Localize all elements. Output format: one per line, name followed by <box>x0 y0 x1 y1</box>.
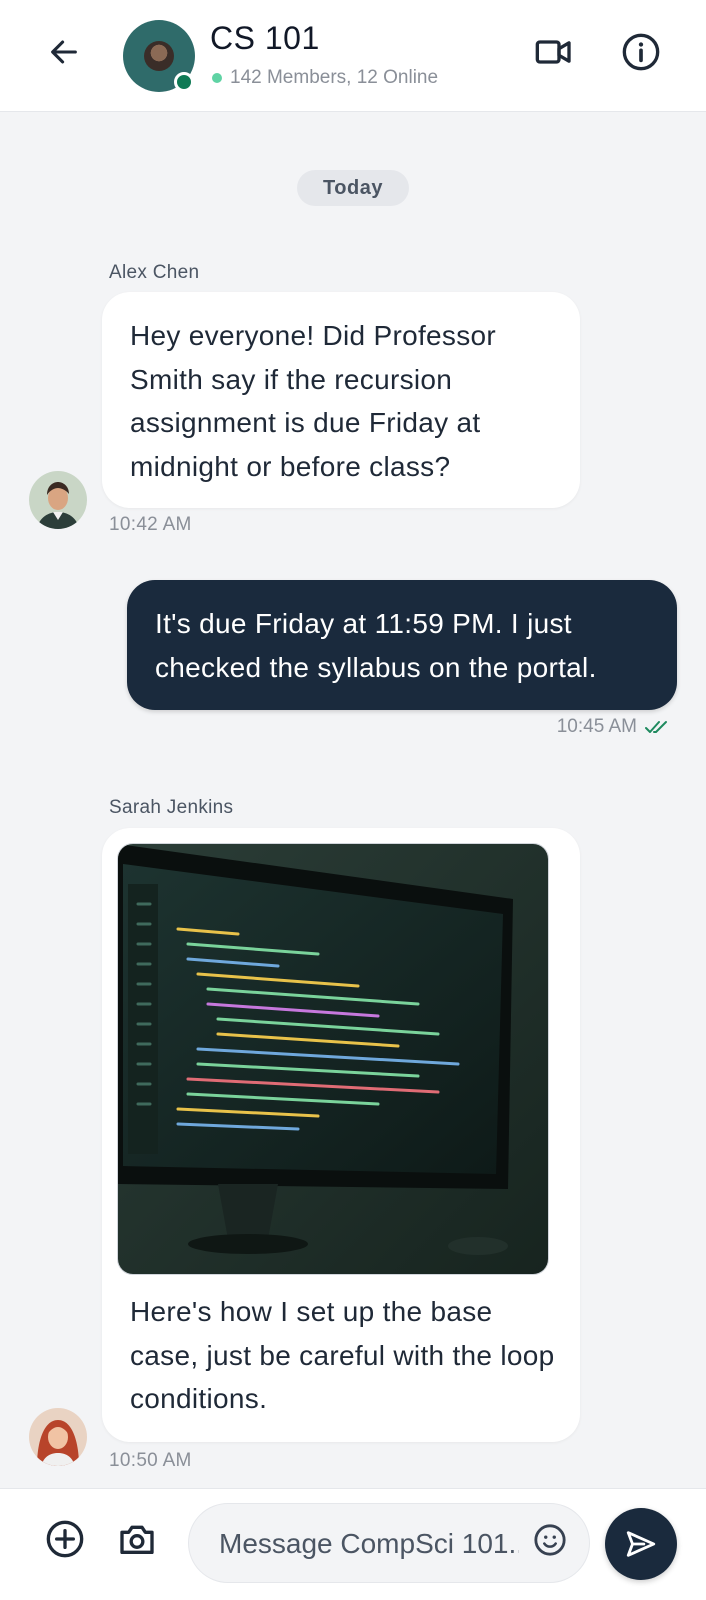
camera-button[interactable] <box>114 1516 160 1562</box>
message-timestamp: 10:45 AM <box>556 716 637 737</box>
attachment-image <box>118 844 548 1274</box>
avatar-image <box>29 1408 87 1466</box>
video-call-icon <box>535 40 571 64</box>
message-bubble-incoming[interactable]: Hey everyone! Did Professor Smith say if… <box>102 292 580 508</box>
video-call-button[interactable] <box>532 30 576 74</box>
online-indicator <box>174 72 194 92</box>
info-button[interactable] <box>617 28 665 76</box>
message-text: Here's how I set up the base case, just … <box>130 1296 555 1414</box>
emoji-button[interactable] <box>530 1520 570 1560</box>
arrow-left-icon <box>51 40 77 64</box>
send-icon <box>626 1531 656 1557</box>
message-text: Hey everyone! Did Professor Smith say if… <box>130 320 497 482</box>
message-timestamp: 10:50 AM <box>109 1450 192 1471</box>
message-bubble-outgoing[interactable]: It's due Friday at 11:59 PM. I just chec… <box>127 580 677 710</box>
message-input[interactable] <box>219 1524 519 1564</box>
avatar-sarah-jenkins[interactable] <box>29 1408 87 1466</box>
date-divider: Today <box>297 170 409 206</box>
info-icon <box>622 33 660 71</box>
add-attachment-button[interactable] <box>42 1516 88 1562</box>
avatar-image <box>29 471 87 529</box>
emoji-icon <box>534 1524 566 1556</box>
sent-meta: 10:45 AM <box>557 716 671 738</box>
group-status: 142 Members, 12 Online <box>212 67 438 89</box>
sender-name: Sarah Jenkins <box>109 797 234 818</box>
message-text: It's due Friday at 11:59 PM. I just chec… <box>155 608 597 683</box>
group-title[interactable]: CS 101 <box>210 20 320 57</box>
sender-name: Alex Chen <box>109 262 200 283</box>
plus-circle-icon <box>46 1520 84 1558</box>
image-attachment[interactable] <box>117 843 549 1275</box>
camera-icon <box>120 1525 154 1554</box>
double-check-icon <box>645 721 667 733</box>
group-avatar-image <box>144 41 174 71</box>
avatar-alex-chen[interactable] <box>29 471 87 529</box>
send-button[interactable] <box>605 1508 677 1580</box>
back-button[interactable] <box>40 28 88 76</box>
online-status-dot <box>212 73 222 83</box>
chat-header: CS 101 142 Members, 12 Online <box>0 0 706 112</box>
message-timestamp: 10:42 AM <box>109 514 192 535</box>
member-count-text: 142 Members, 12 Online <box>230 67 439 88</box>
